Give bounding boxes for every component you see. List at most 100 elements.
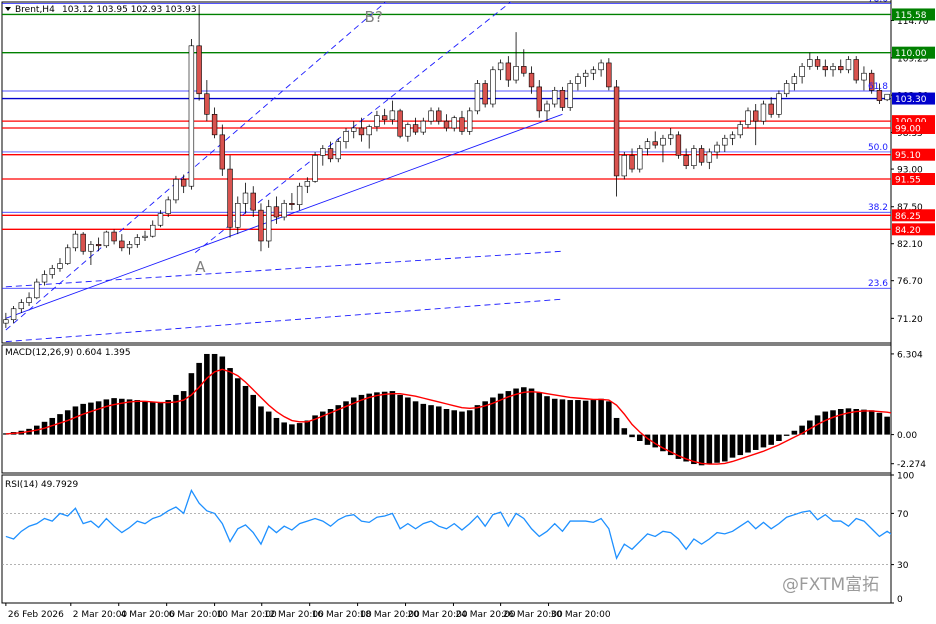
candle-body-bear: [180, 179, 187, 187]
candle-body-bear: [838, 66, 844, 71]
candle: [884, 93, 890, 102]
candle: [490, 66, 496, 108]
macd-bar: [729, 434, 736, 458]
candle-body-bear: [443, 120, 450, 129]
candle-body-bear: [482, 83, 488, 105]
candle: [621, 151, 627, 180]
symbol-label: Brent,H4: [15, 5, 55, 15]
macd-bar: [722, 434, 728, 462]
candle-body-bear: [675, 134, 682, 156]
candle: [266, 199, 272, 248]
wave-label: A: [195, 258, 206, 276]
candle-body-bear: [768, 103, 774, 115]
macd-bar: [366, 393, 372, 435]
candle: [80, 232, 86, 255]
level-tag-91.55: 91.55: [892, 173, 935, 186]
candle-body-bear: [505, 62, 512, 81]
candle-body-bull: [791, 76, 798, 84]
candle-body-bull: [513, 66, 519, 81]
candle-body-bear: [80, 233, 86, 252]
candle-body-bull: [405, 124, 411, 137]
macd-bar: [698, 434, 705, 466]
candle-body-bull: [335, 141, 341, 160]
candle-body-bull: [799, 66, 805, 77]
macd-bar: [752, 434, 759, 450]
candle: [312, 151, 318, 183]
candle-body-bull: [18, 302, 25, 310]
candle-body-bull: [706, 151, 713, 163]
macd-bar: [289, 424, 295, 435]
candle-body-bear: [683, 155, 689, 166]
candle: [335, 138, 341, 163]
candle-body-bear: [119, 240, 125, 249]
macd-bar: [474, 405, 481, 435]
candle: [482, 80, 488, 108]
level-tags: 115.58110.00103.30100.0099.0095.1091.558…: [892, 8, 935, 236]
candle: [691, 145, 697, 170]
candle-body-bull: [188, 45, 195, 187]
macd-bar: [629, 434, 635, 438]
candle-body-bull: [10, 308, 17, 321]
candle-body-bear: [204, 93, 210, 115]
candle-body-bear: [412, 124, 419, 133]
candle-body-bull: [157, 213, 164, 226]
candle-body-bull: [34, 281, 40, 299]
macd-bar: [204, 353, 210, 435]
candle-body-bear: [397, 110, 403, 137]
macd-bar: [590, 400, 597, 435]
candle-body-bull: [776, 93, 782, 115]
candle-body-bull: [621, 155, 627, 177]
macd-bar: [188, 373, 195, 435]
candle-body-bull: [807, 59, 813, 67]
level-tag-label: 115.58: [895, 11, 927, 21]
candle-body-bull: [644, 141, 651, 149]
candle-body-bull: [142, 235, 148, 238]
candle-body-bear: [95, 244, 102, 247]
candle-body-bull: [150, 224, 156, 237]
price-tick-label: 76.70: [897, 277, 923, 287]
macd-bar: [582, 400, 589, 435]
candle-body-bull: [667, 134, 674, 139]
candle-body-bull: [389, 110, 396, 121]
macd-bar: [389, 391, 396, 435]
macd-bar: [760, 434, 767, 448]
macd-bar: [443, 409, 450, 435]
candle-body-bear: [459, 117, 465, 132]
candle-body-bear: [652, 141, 658, 146]
macd-bar: [830, 410, 836, 435]
candle-body-bull: [861, 72, 867, 81]
candle-body-bear: [606, 62, 612, 88]
macd-bar: [636, 434, 643, 441]
candle-body-bull: [474, 83, 481, 112]
candle-body-bull: [590, 69, 597, 74]
macd-tick-label: -2.274: [897, 460, 926, 470]
macd-bar: [783, 434, 790, 436]
candle-body-bear: [289, 203, 295, 205]
macd-bar: [374, 392, 380, 435]
macd-bar: [157, 401, 164, 435]
candle: [567, 80, 573, 111]
rsi-tick-label: 0: [897, 595, 903, 605]
candle-body-bear: [327, 148, 334, 160]
candle-body-bear: [250, 192, 256, 211]
candle-body-bull: [660, 137, 666, 146]
candle-body-bull: [41, 274, 48, 283]
macd-axis: 6.304 0.00 -2.274: [891, 350, 926, 470]
macd-bar: [691, 434, 697, 465]
candle-body-bear: [111, 231, 117, 242]
price-tick-label: 71.20: [897, 315, 923, 325]
level-tag-86.25: 86.25: [892, 209, 935, 222]
macd-bar: [521, 387, 527, 435]
macd-bar: [134, 400, 141, 435]
candle-body-bear: [358, 127, 365, 136]
candle-body-bull: [126, 244, 133, 249]
macd-bar: [567, 400, 573, 435]
candle-body-bull: [26, 297, 32, 303]
macd-bar: [868, 410, 875, 435]
candle: [853, 56, 859, 84]
fibo-label: 61.8: [868, 82, 888, 92]
macd-bar: [304, 420, 311, 435]
candle-body-bull: [343, 131, 349, 142]
macd-bar: [196, 362, 202, 435]
macd-bar: [142, 401, 148, 435]
